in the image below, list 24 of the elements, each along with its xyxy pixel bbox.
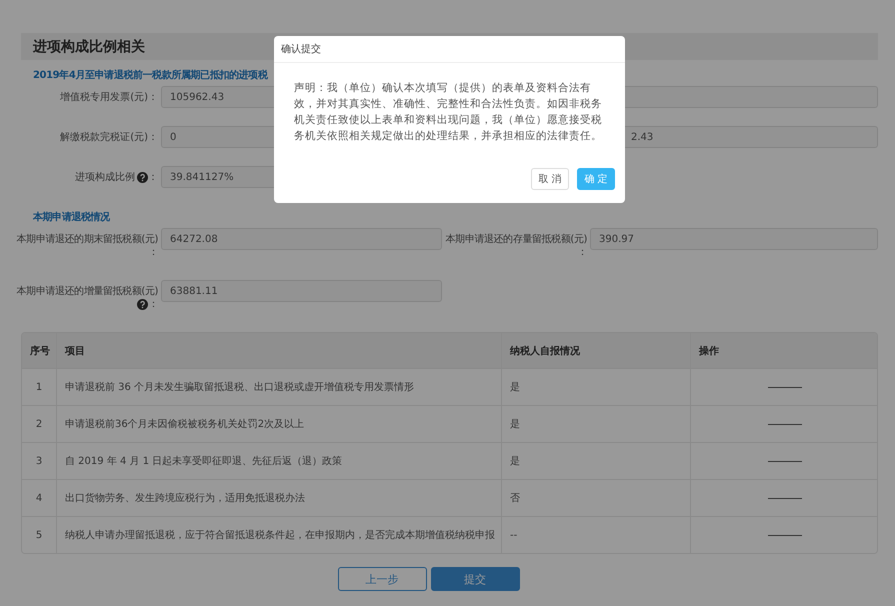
group-title: 本期申请退税情况 <box>33 210 111 224</box>
table-cell: 纳税人申请办理留抵退税，应于符合留抵退税条件起，在申报期内，是否完成本期增值税纳税申报 <box>56 517 501 553</box>
label-colon: ： <box>148 171 158 184</box>
table-cell-text: 2 <box>34 418 44 432</box>
label-colon: ： <box>577 246 587 259</box>
field-label: 本期申请退还的期末留抵税额(元) <box>16 233 158 246</box>
field-label: 本期申请退还的增量留抵税额(元) <box>16 285 158 298</box>
label-colon: ： <box>148 131 158 144</box>
group-title: 2019年4月至申请退税前一税款所属期已抵扣的进项税 <box>33 68 269 82</box>
field-label: 解缴税款完税证(元) <box>60 131 148 144</box>
table-cell-text: 5 <box>34 528 44 542</box>
dialog-title: 确认提交 <box>274 36 625 63</box>
table-cell-text: 3 <box>34 454 44 468</box>
label-colon: ： <box>148 246 158 259</box>
dialog-message: 声明：我（单位）确认本次填写（提供）的表单及资料合法有效，并对其真实性、准确性、完整性和合法性负责。如因非税务机关责任致使以上表单和资料出现问题，我（单位）愿意接受税务机关依照相关规定做出的处理结果，并承担相应的法律责任。 <box>293 81 603 144</box>
table-cell: -- <box>501 517 690 553</box>
table-cell-text: 1 <box>34 380 44 394</box>
field-label: 增值税专用发票(元) <box>60 91 148 104</box>
label-colon: ： <box>148 298 158 311</box>
field-label: 进项构成比例 <box>75 171 135 184</box>
table-cell-text: 4 <box>34 492 44 506</box>
field-label: 本期申请退还的存量留抵税额(元) <box>446 233 587 246</box>
label-colon: ： <box>148 91 158 104</box>
column-header: 序号 <box>29 344 51 358</box>
